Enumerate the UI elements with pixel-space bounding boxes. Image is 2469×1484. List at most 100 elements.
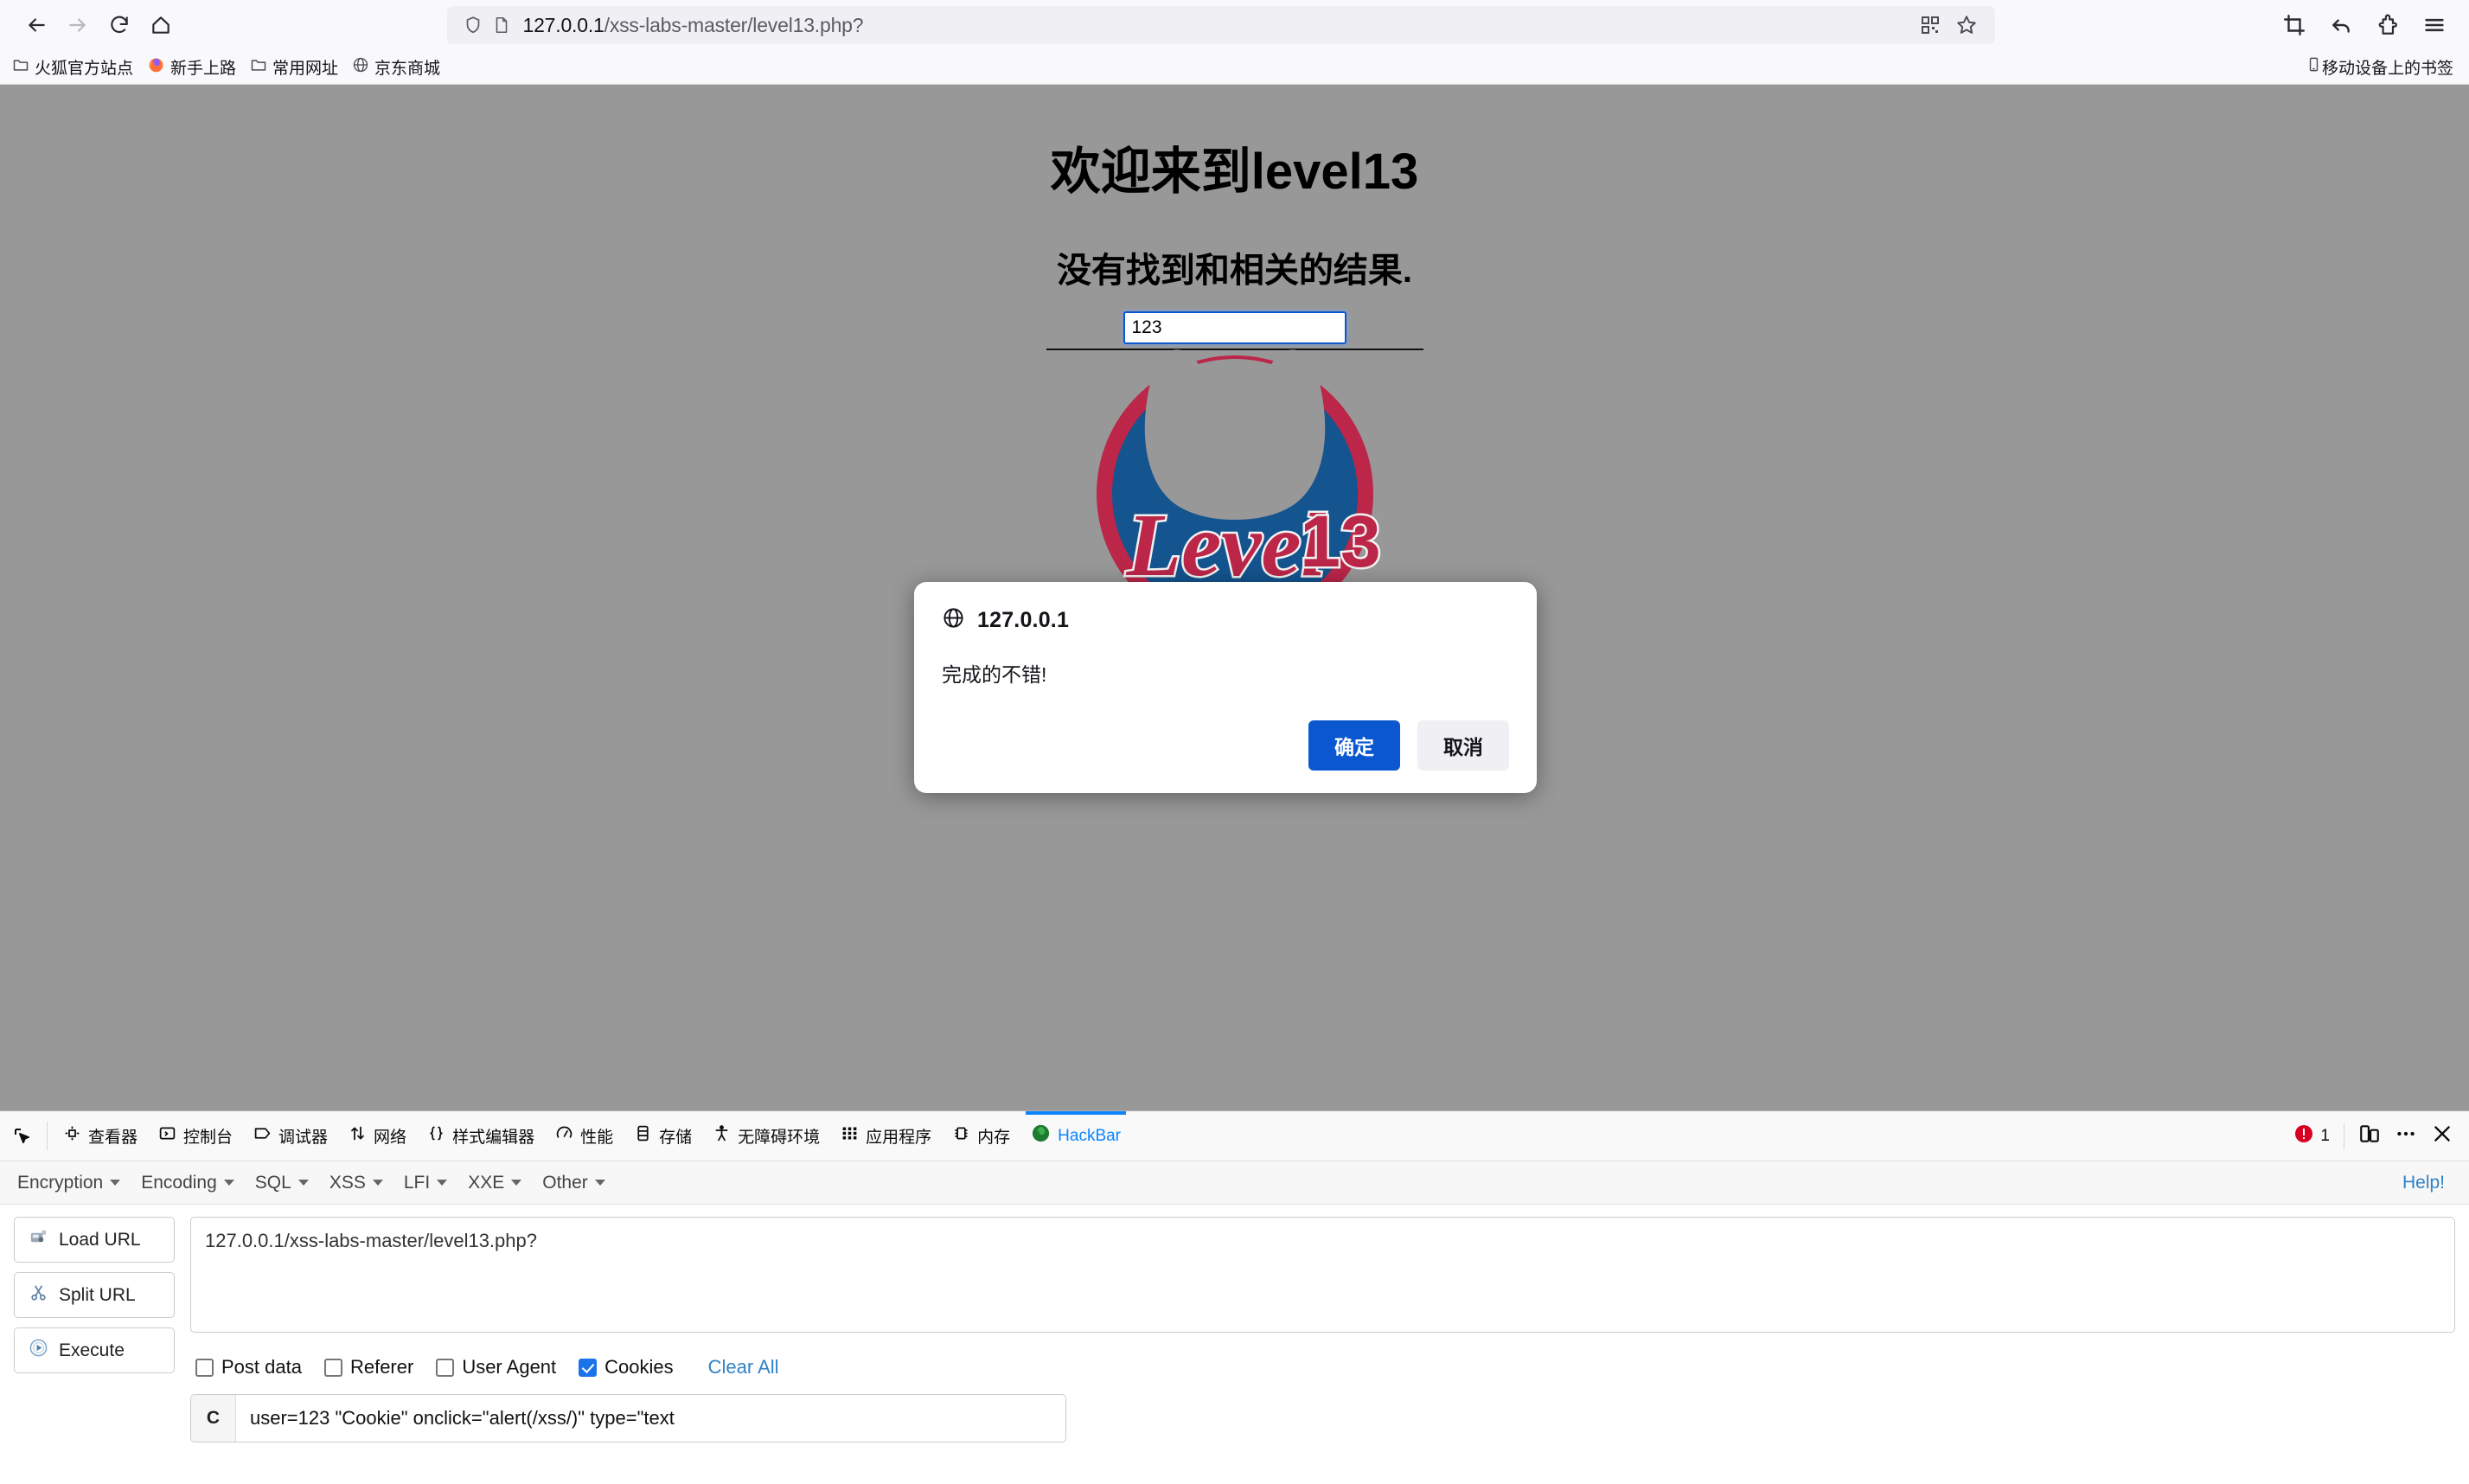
forward-button[interactable]	[57, 4, 99, 46]
close-icon[interactable]	[2431, 1123, 2453, 1149]
folder-icon	[250, 56, 267, 79]
devtools-tab-memory[interactable]: 内存	[942, 1111, 1020, 1161]
application-icon	[841, 1124, 859, 1148]
devtools-tab-inspector[interactable]: 查看器	[53, 1111, 148, 1161]
bookmark-item-2[interactable]: 常用网址	[243, 53, 345, 81]
hackbar-menu-lfi[interactable]: LFI	[393, 1169, 457, 1197]
cookie-value-input[interactable]	[236, 1395, 1065, 1442]
chevron-down-icon	[297, 1180, 309, 1186]
hamburger-menu-icon[interactable]	[2415, 6, 2453, 44]
folder-icon	[12, 56, 29, 79]
checkbox-box[interactable]	[195, 1358, 214, 1377]
search-input[interactable]	[1120, 309, 1349, 347]
tab-label: 存储	[659, 1129, 693, 1147]
hackbar-menu-encoding[interactable]: Encoding	[131, 1169, 245, 1197]
javascript-alert-dialog: 127.0.0.1 完成的不错! 确定 取消	[914, 582, 1537, 793]
tab-label: 调试器	[278, 1129, 329, 1147]
element-picker-icon[interactable]	[3, 1111, 42, 1161]
hackbar-menu-xxe[interactable]: XXE	[457, 1169, 532, 1197]
hackbar-icon	[1031, 1123, 1051, 1148]
bookmarks-mobile-folder[interactable]: 移动设备上的书签	[2306, 55, 2464, 79]
devtools-tab-console[interactable]: 控制台	[148, 1111, 243, 1161]
page-title: 欢迎来到level13	[1050, 144, 1419, 200]
tab-label: HackBar	[1058, 1126, 1122, 1145]
crop-icon[interactable]	[2275, 6, 2313, 44]
tab-label: 控制台	[183, 1129, 233, 1147]
error-count: 1	[2320, 1126, 2330, 1145]
error-count-badge[interactable]: 1	[2293, 1123, 2330, 1149]
bookmark-label: 火狐官方站点	[35, 60, 134, 78]
hackbar-menu-xss[interactable]: XSS	[319, 1169, 393, 1197]
hackbar-cookie-row: C	[190, 1394, 1066, 1442]
checkbox-box[interactable]	[579, 1358, 598, 1377]
devtools-tab-hackbar[interactable]: HackBar	[1020, 1111, 1131, 1161]
devtools-tab-style-editor[interactable]: 样式编辑器	[417, 1111, 545, 1161]
devtools-tabbar-actions: 1	[2293, 1111, 2469, 1161]
hackbar-menu-encryption[interactable]: Encryption	[7, 1169, 131, 1197]
ellipsis-icon[interactable]	[2395, 1123, 2417, 1149]
checkbox-box[interactable]	[323, 1358, 342, 1377]
checkbox-referer[interactable]: Referer	[323, 1356, 413, 1378]
checkbox-label: Cookies	[604, 1356, 674, 1378]
menu-label: Other	[542, 1172, 588, 1193]
devtools-tab-debugger[interactable]: 调试器	[243, 1111, 338, 1161]
bookmark-label: 常用网址	[272, 60, 339, 78]
mobile-device-icon	[2306, 56, 2322, 78]
bookmark-item-0[interactable]: 火狐官方站点	[5, 53, 140, 81]
checkbox-user-agent[interactable]: User Agent	[436, 1356, 556, 1378]
home-button[interactable]	[140, 4, 182, 46]
devtools-tab-accessibility[interactable]: 无障碍环境	[702, 1111, 830, 1161]
devtools-tab-application[interactable]: 应用程序	[830, 1111, 942, 1161]
checkbox-box[interactable]	[436, 1358, 455, 1377]
bookmark-item-1[interactable]: 新手上路	[140, 53, 243, 81]
clear-all-link[interactable]: Clear All	[708, 1356, 779, 1378]
responsive-design-icon[interactable]	[2358, 1123, 2381, 1149]
logo-level-text: Level	[1125, 496, 1326, 595]
inspector-icon	[63, 1124, 81, 1148]
chevron-down-icon	[511, 1180, 522, 1186]
devtools-tab-network[interactable]: 网络	[338, 1111, 417, 1161]
hackbar-menubar: Encryption Encoding SQL XSS LFI XXE Othe…	[0, 1161, 2469, 1205]
checkbox-label: User Agent	[462, 1356, 557, 1378]
button-label: Execute	[59, 1340, 125, 1360]
page-content: 欢迎来到level13 没有找到和相关的结果. 123 Level 13	[0, 85, 2469, 638]
devtools-tab-storage[interactable]: 存储	[624, 1111, 702, 1161]
undo-arrow-icon[interactable]	[2322, 6, 2360, 44]
hackbar-body: Load URL Split URL Execute 127.0.0.1/xss…	[0, 1205, 2469, 1442]
urlbar-container: 127.0.0.1/xss-labs-master/level13.php?	[182, 6, 2260, 44]
style-editor-icon	[427, 1124, 445, 1148]
devtools-panel: 查看器 控制台 调试器 网络 样式编辑器 性能 存储 无障碍环境 应用程序 内存…	[0, 1110, 2469, 1484]
execute-icon	[29, 1338, 48, 1363]
chevron-down-icon	[223, 1180, 234, 1186]
hackbar-menu-other[interactable]: Other	[532, 1169, 616, 1197]
hackbar-help-link[interactable]: Help!	[2402, 1173, 2462, 1193]
urlbar-actions	[1916, 10, 1985, 40]
checkbox-cookies[interactable]: Cookies	[579, 1356, 674, 1378]
address-bar[interactable]: 127.0.0.1/xss-labs-master/level13.php?	[446, 6, 1995, 44]
split-url-icon	[29, 1283, 48, 1308]
hackbar-url-textarea[interactable]	[190, 1217, 2455, 1333]
hackbar-menu-sql[interactable]: SQL	[245, 1169, 319, 1197]
devtools-tab-performance[interactable]: 性能	[545, 1111, 624, 1161]
puzzle-piece-icon[interactable]	[2369, 6, 2407, 44]
cookie-tag-label: C	[191, 1395, 236, 1442]
shield-icon[interactable]	[463, 15, 483, 35]
split-url-button[interactable]: Split URL	[14, 1272, 175, 1318]
dialog-ok-button[interactable]: 确定	[1308, 720, 1400, 771]
execute-button[interactable]: Execute	[14, 1327, 175, 1373]
checkbox-post-data[interactable]: Post data	[195, 1356, 302, 1378]
tab-label: 样式编辑器	[452, 1129, 535, 1147]
back-button[interactable]	[16, 4, 57, 46]
bookmark-item-3[interactable]: 京东商城	[345, 53, 447, 81]
reload-button[interactable]	[99, 4, 140, 46]
bookmarks-bar: 火狐官方站点 新手上路 常用网址 京东商城 移动设备上的书签	[0, 50, 2469, 85]
bookmark-label: 京东商城	[374, 60, 441, 78]
menu-label: LFI	[403, 1172, 431, 1193]
navigation-toolbar: 127.0.0.1/xss-labs-master/level13.php?	[0, 0, 2469, 50]
star-icon[interactable]	[1952, 10, 1981, 40]
url-host: 127.0.0.1	[522, 13, 604, 36]
dialog-cancel-button[interactable]: 取消	[1417, 720, 1509, 771]
qr-code-icon[interactable]	[1916, 10, 1945, 40]
storage-icon	[634, 1124, 652, 1148]
load-url-button[interactable]: Load URL	[14, 1217, 175, 1263]
